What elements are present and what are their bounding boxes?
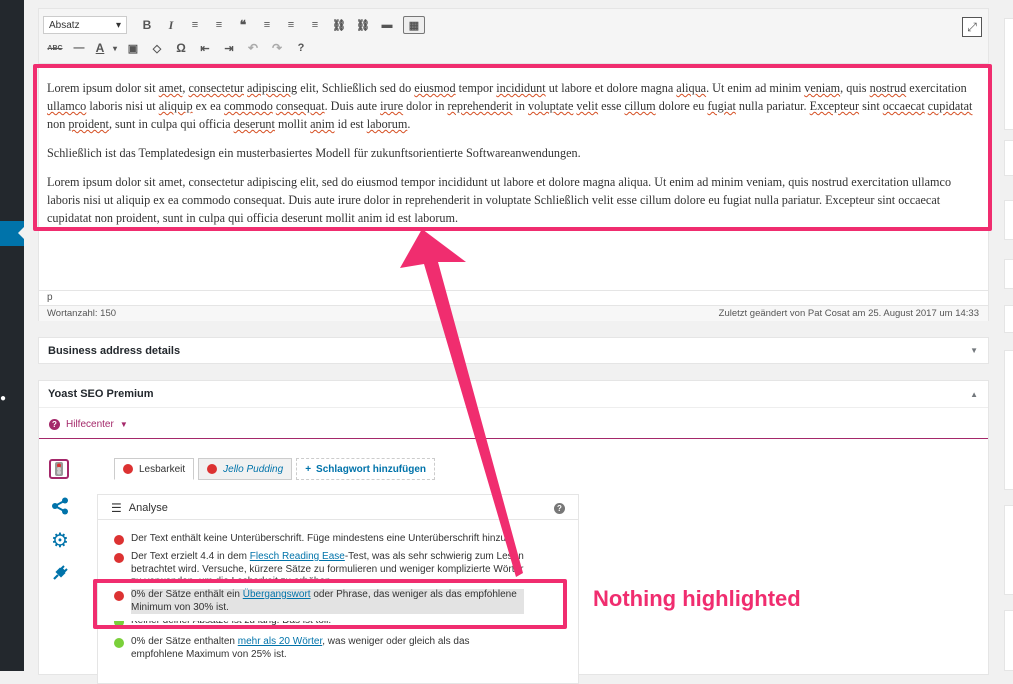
divider (39, 407, 988, 408)
divider (98, 519, 578, 520)
undo-button[interactable]: ↶ (241, 38, 265, 58)
right-panel (1004, 350, 1013, 490)
word-count: Wortanzahl: 150 (47, 308, 117, 319)
bad-status-dot (123, 464, 133, 474)
plus-icon: + (305, 463, 312, 475)
result-text-pre: 0% der Sätze enthalten (131, 636, 238, 647)
admin-sidebar: ● (0, 0, 24, 671)
toolbar-toggle-button[interactable]: ▦ (403, 16, 425, 34)
align-center-button[interactable]: ≡ (279, 15, 303, 35)
chevron-down-icon[interactable]: ▾ (109, 38, 121, 58)
remove-link-button[interactable]: ⛓ (351, 15, 375, 35)
right-panel (1004, 18, 1013, 130)
editor-toolbar: Absatz ▾ B I ≡ ≡ ❝ ≡ ≡ ≡ ⛓ ⛓ ▬ ▦ ABC — A … (39, 9, 988, 64)
clear-formatting-button[interactable]: ◇ (145, 38, 169, 58)
right-panel (1004, 505, 1013, 595)
divider (39, 438, 988, 439)
traffic-light-icon[interactable] (49, 459, 69, 479)
sentence-length-link[interactable]: mehr als 20 Wörter (238, 636, 322, 647)
blockquote-button[interactable]: ❝ (231, 15, 255, 35)
last-modified: Zuletzt geändert von Pat Cosat am 25. Au… (718, 308, 979, 319)
analysis-title: Analyse (128, 502, 168, 514)
indent-button[interactable]: ⇥ (217, 38, 241, 58)
right-panel (1004, 610, 1013, 671)
result-text-pre: Der Text erzielt 4.4 in dem (131, 551, 250, 562)
special-character-button[interactable]: Ω (169, 38, 193, 58)
strikethrough-button[interactable]: ABC (43, 38, 67, 58)
right-panel (1004, 200, 1013, 240)
insert-link-button[interactable]: ⛓ (327, 15, 351, 35)
good-status-dot (114, 638, 124, 648)
analysis-result: Der Text enthält keine Unterüberschrift.… (114, 533, 524, 546)
tab-label: Lesbarkeit (139, 463, 186, 475)
question-icon: ? (49, 418, 60, 430)
yoast-box-title: Yoast SEO Premium (48, 388, 154, 400)
share-icon[interactable] (49, 495, 71, 517)
plug-icon[interactable] (49, 562, 71, 584)
read-more-button[interactable]: ▬ (375, 15, 399, 35)
editor-status-bar: Wortanzahl: 150 Zuletzt geändert von Pat… (39, 305, 988, 321)
result-text: Der Text erzielt 4.4 in dem Flesch Readi… (131, 551, 524, 582)
help-button[interactable]: ? (289, 38, 313, 58)
right-panel (1004, 259, 1013, 289)
bad-status-dot (114, 535, 124, 545)
tab-label: Schlagwort hinzufügen (316, 463, 427, 475)
paste-as-text-button[interactable]: ▣ (121, 38, 145, 58)
analysis-result: Der Text erzielt 4.4 in dem Flesch Readi… (114, 551, 524, 582)
right-panel (1004, 140, 1013, 176)
chevron-down-icon: ▾ (115, 19, 121, 31)
align-right-button[interactable]: ≡ (303, 15, 327, 35)
result-text: Der Text enthält keine Unterüberschrift.… (131, 533, 509, 544)
business-box-title: Business address details (48, 345, 181, 357)
flesch-reading-ease-link[interactable]: Flesch Reading Ease (250, 551, 345, 562)
bold-button[interactable]: B (135, 15, 159, 35)
help-center-label: Hilfecenter (66, 418, 114, 430)
yoast-seo-box: Yoast SEO Premium ▲ ? Hilfecenter ▼ ⚙ Le… (38, 380, 989, 684)
result-text: 0% der Sätze enthalten mehr als 20 Wörte… (131, 636, 524, 661)
redo-button[interactable]: ↷ (265, 38, 289, 58)
toolbar-row-1: Absatz ▾ B I ≡ ≡ ❝ ≡ ≡ ≡ ⛓ ⛓ ▬ ▦ (43, 14, 425, 36)
tab-lesbarkeit[interactable]: Lesbarkeit (114, 458, 195, 480)
numbered-list-button[interactable]: ≡ (207, 15, 231, 35)
bad-status-dot (207, 464, 218, 474)
expand-icon[interactable]: ⤢ (962, 17, 982, 37)
bad-status-dot (114, 553, 124, 563)
annotation-frame-result (93, 579, 567, 629)
admin-menu-bullet: ● (0, 393, 7, 404)
format-select-value: Absatz (49, 19, 80, 31)
outdent-button[interactable]: ⇤ (193, 38, 217, 58)
caret-up-icon[interactable]: ▲ (970, 381, 978, 408)
italic-button[interactable]: I (159, 15, 183, 35)
toolbar-row-2: ABC — A ▾ ▣ ◇ Ω ⇤ ⇥ ↶ ↷ ? (43, 37, 313, 59)
caret-down-icon: ▼ (119, 419, 128, 429)
align-left-button[interactable]: ≡ (255, 15, 279, 35)
admin-menu-active-item[interactable] (0, 221, 24, 246)
business-address-box[interactable]: Business address details ▼ (38, 337, 989, 364)
list-icon: ☰ (111, 501, 122, 515)
yoast-tabs: Lesbarkeit Jello Pudding + Schlagwort hi… (114, 458, 439, 482)
analysis-header[interactable]: ☰ Analyse (111, 501, 168, 515)
format-select[interactable]: Absatz ▾ (43, 16, 127, 34)
tab-label: Jello Pudding (223, 463, 284, 475)
bullet-list-button[interactable]: ≡ (183, 15, 207, 35)
caret-down-icon[interactable]: ▼ (970, 338, 978, 364)
annotation-frame-content (33, 64, 992, 231)
annotation-label: Nothing highlighted (593, 586, 801, 611)
analysis-result: 0% der Sätze enthalten mehr als 20 Wörte… (114, 636, 524, 661)
horizontal-line-button[interactable]: — (67, 38, 91, 58)
text-color-button[interactable]: A (91, 38, 109, 58)
tab-keyword[interactable]: Jello Pudding (198, 458, 293, 480)
right-panel (1004, 305, 1013, 333)
question-icon[interactable]: ? (554, 503, 565, 514)
element-path: p (39, 290, 988, 305)
add-keyword-button[interactable]: + Schlagwort hinzufügen (296, 458, 436, 480)
gear-icon[interactable]: ⚙ (49, 529, 71, 552)
help-center-toggle[interactable]: ? Hilfecenter ▼ (49, 417, 128, 431)
